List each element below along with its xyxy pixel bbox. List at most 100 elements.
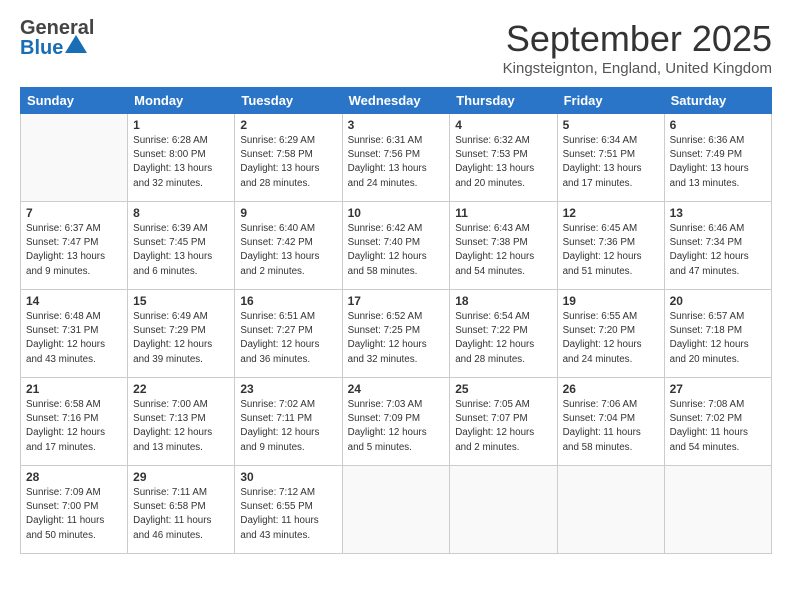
- month-title: September 2025: [503, 18, 772, 60]
- day-number: 17: [348, 294, 445, 308]
- calendar-cell: 27Sunrise: 7:08 AM Sunset: 7:02 PM Dayli…: [664, 378, 771, 466]
- calendar-cell: 9 Sunrise: 6:40 AM Sunset: 7:42 PM Daylig…: [235, 202, 342, 290]
- day-detail: Sunrise: 6:49 AM Sunset: 7:29 PM Dayligh…: [133, 310, 229, 367]
- day-number: 8: [133, 206, 229, 220]
- calendar-week-2: 14 Sunrise: 6:48 AM Sunset: 7:31 PM Dayli…: [21, 290, 772, 378]
- day-number: 28: [26, 470, 122, 484]
- calendar-cell: 3 Sunrise: 6:31 AM Sunset: 7:56 PM Daylig…: [342, 114, 450, 202]
- calendar-body: 1 Sunrise: 6:28 AM Sunset: 8:00 PM Daylig…: [21, 114, 772, 554]
- calendar-table: Sunday Monday Tuesday Wednesday Thursday…: [20, 87, 772, 554]
- day-detail: Sunrise: 6:37 AM Sunset: 7:47 PM Dayligh…: [26, 222, 122, 279]
- calendar-week-1: 7 Sunrise: 6:37 AM Sunset: 7:47 PM Daylig…: [21, 202, 772, 290]
- calendar-cell: 16 Sunrise: 6:51 AM Sunset: 7:27 PM Dayli…: [235, 290, 342, 378]
- calendar-cell: [342, 466, 450, 554]
- day-detail: Sunrise: 6:29 AM Sunset: 7:58 PM Dayligh…: [240, 134, 336, 191]
- calendar-cell: 29Sunrise: 7:11 AM Sunset: 6:58 PM Dayli…: [128, 466, 235, 554]
- day-detail: Sunrise: 7:05 AM Sunset: 7:07 PM Dayligh…: [455, 398, 551, 455]
- header-row: Sunday Monday Tuesday Wednesday Thursday…: [21, 88, 772, 114]
- day-detail: Sunrise: 7:02 AM Sunset: 7:11 PM Dayligh…: [240, 398, 336, 455]
- day-detail: Sunrise: 7:06 AM Sunset: 7:04 PM Dayligh…: [563, 398, 659, 455]
- calendar-cell: 28Sunrise: 7:09 AM Sunset: 7:00 PM Dayli…: [21, 466, 128, 554]
- logo-icon: [65, 33, 87, 55]
- day-detail: Sunrise: 6:31 AM Sunset: 7:56 PM Dayligh…: [348, 134, 445, 191]
- calendar-cell: [664, 466, 771, 554]
- calendar-cell: 30Sunrise: 7:12 AM Sunset: 6:55 PM Dayli…: [235, 466, 342, 554]
- calendar-cell: 17 Sunrise: 6:52 AM Sunset: 7:25 PM Dayli…: [342, 290, 450, 378]
- day-detail: Sunrise: 6:28 AM Sunset: 8:00 PM Dayligh…: [133, 134, 229, 191]
- calendar-cell: 26 Sunrise: 7:06 AM Sunset: 7:04 PM Dayli…: [557, 378, 664, 466]
- calendar-cell: 11 Sunrise: 6:43 AM Sunset: 7:38 PM Dayli…: [450, 202, 557, 290]
- day-number: 4: [455, 118, 551, 132]
- calendar-cell: [450, 466, 557, 554]
- calendar-cell: 14 Sunrise: 6:48 AM Sunset: 7:31 PM Dayli…: [21, 290, 128, 378]
- day-number: 19: [563, 294, 659, 308]
- day-number: 18: [455, 294, 551, 308]
- calendar-cell: 24Sunrise: 7:03 AM Sunset: 7:09 PM Dayli…: [342, 378, 450, 466]
- logo-text-block: General Blue: [20, 18, 94, 58]
- calendar-cell: 4 Sunrise: 6:32 AM Sunset: 7:53 PM Daylig…: [450, 114, 557, 202]
- day-number: 3: [348, 118, 445, 132]
- day-number: 16: [240, 294, 336, 308]
- day-number: 23: [240, 382, 336, 396]
- day-number: 9: [240, 206, 336, 220]
- calendar-cell: 1 Sunrise: 6:28 AM Sunset: 8:00 PM Daylig…: [128, 114, 235, 202]
- day-number: 25: [455, 382, 551, 396]
- calendar-cell: 7 Sunrise: 6:37 AM Sunset: 7:47 PM Daylig…: [21, 202, 128, 290]
- day-number: 26: [563, 382, 659, 396]
- header: General Blue September 2025 Kingsteignto…: [20, 18, 772, 77]
- day-detail: Sunrise: 6:42 AM Sunset: 7:40 PM Dayligh…: [348, 222, 445, 279]
- day-detail: Sunrise: 6:57 AM Sunset: 7:18 PM Dayligh…: [670, 310, 766, 367]
- page: General Blue September 2025 Kingsteignto…: [0, 0, 792, 612]
- day-detail: Sunrise: 7:03 AM Sunset: 7:09 PM Dayligh…: [348, 398, 445, 455]
- day-number: 7: [26, 206, 122, 220]
- header-sunday: Sunday: [21, 88, 128, 114]
- header-saturday: Saturday: [664, 88, 771, 114]
- day-detail: Sunrise: 6:45 AM Sunset: 7:36 PM Dayligh…: [563, 222, 659, 279]
- calendar-cell: 6Sunrise: 6:36 AM Sunset: 7:49 PM Daylig…: [664, 114, 771, 202]
- day-detail: Sunrise: 6:51 AM Sunset: 7:27 PM Dayligh…: [240, 310, 336, 367]
- day-number: 14: [26, 294, 122, 308]
- day-number: 5: [563, 118, 659, 132]
- day-number: 12: [563, 206, 659, 220]
- day-detail: Sunrise: 6:43 AM Sunset: 7:38 PM Dayligh…: [455, 222, 551, 279]
- day-number: 10: [348, 206, 445, 220]
- day-number: 20: [670, 294, 766, 308]
- location: Kingsteignton, England, United Kingdom: [503, 60, 772, 77]
- header-wednesday: Wednesday: [342, 88, 450, 114]
- calendar-cell: 10 Sunrise: 6:42 AM Sunset: 7:40 PM Dayli…: [342, 202, 450, 290]
- day-detail: Sunrise: 6:34 AM Sunset: 7:51 PM Dayligh…: [563, 134, 659, 191]
- header-thursday: Thursday: [450, 88, 557, 114]
- logo: General Blue: [20, 18, 94, 58]
- day-number: 11: [455, 206, 551, 220]
- calendar-week-4: 28Sunrise: 7:09 AM Sunset: 7:00 PM Dayli…: [21, 466, 772, 554]
- day-number: 22: [133, 382, 229, 396]
- calendar-header: Sunday Monday Tuesday Wednesday Thursday…: [21, 88, 772, 114]
- day-detail: Sunrise: 6:46 AM Sunset: 7:34 PM Dayligh…: [670, 222, 766, 279]
- calendar-cell: 23 Sunrise: 7:02 AM Sunset: 7:11 PM Dayli…: [235, 378, 342, 466]
- day-detail: Sunrise: 6:58 AM Sunset: 7:16 PM Dayligh…: [26, 398, 122, 455]
- day-detail: Sunrise: 6:52 AM Sunset: 7:25 PM Dayligh…: [348, 310, 445, 367]
- calendar-cell: 12 Sunrise: 6:45 AM Sunset: 7:36 PM Dayli…: [557, 202, 664, 290]
- title-section: September 2025 Kingsteignton, England, U…: [503, 18, 772, 77]
- calendar-cell: 13Sunrise: 6:46 AM Sunset: 7:34 PM Dayli…: [664, 202, 771, 290]
- day-number: 1: [133, 118, 229, 132]
- day-number: 2: [240, 118, 336, 132]
- day-detail: Sunrise: 6:32 AM Sunset: 7:53 PM Dayligh…: [455, 134, 551, 191]
- calendar-cell: 20 Sunrise: 6:57 AM Sunset: 7:18 PM Dayli…: [664, 290, 771, 378]
- day-detail: Sunrise: 6:48 AM Sunset: 7:31 PM Dayligh…: [26, 310, 122, 367]
- day-detail: Sunrise: 6:54 AM Sunset: 7:22 PM Dayligh…: [455, 310, 551, 367]
- day-detail: Sunrise: 6:39 AM Sunset: 7:45 PM Dayligh…: [133, 222, 229, 279]
- calendar-cell: [21, 114, 128, 202]
- header-monday: Monday: [128, 88, 235, 114]
- day-detail: Sunrise: 6:36 AM Sunset: 7:49 PM Dayligh…: [670, 134, 766, 191]
- calendar-cell: 8 Sunrise: 6:39 AM Sunset: 7:45 PM Daylig…: [128, 202, 235, 290]
- day-detail: Sunrise: 6:40 AM Sunset: 7:42 PM Dayligh…: [240, 222, 336, 279]
- logo-blue: Blue: [20, 38, 63, 58]
- calendar-week-3: 21Sunrise: 6:58 AM Sunset: 7:16 PM Dayli…: [21, 378, 772, 466]
- day-detail: Sunrise: 7:08 AM Sunset: 7:02 PM Dayligh…: [670, 398, 766, 455]
- calendar-cell: 19Sunrise: 6:55 AM Sunset: 7:20 PM Dayli…: [557, 290, 664, 378]
- day-number: 15: [133, 294, 229, 308]
- day-detail: Sunrise: 7:11 AM Sunset: 6:58 PM Dayligh…: [133, 486, 229, 543]
- calendar-cell: 5 Sunrise: 6:34 AM Sunset: 7:51 PM Daylig…: [557, 114, 664, 202]
- calendar-week-0: 1 Sunrise: 6:28 AM Sunset: 8:00 PM Daylig…: [21, 114, 772, 202]
